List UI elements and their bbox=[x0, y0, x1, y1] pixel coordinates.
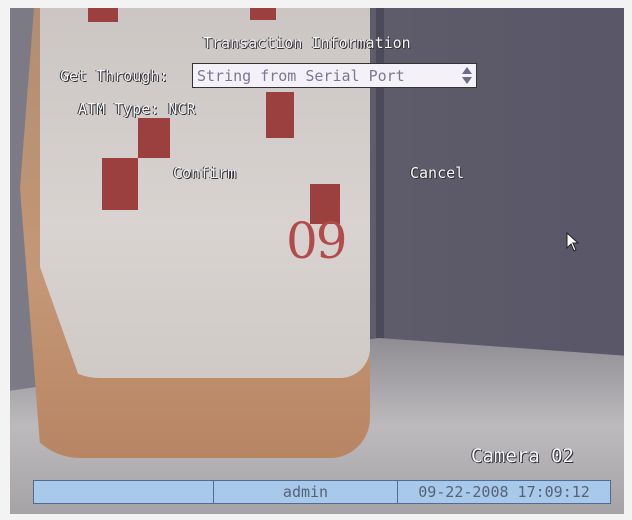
status-datetime: 09-22-2008 17:09:12 bbox=[418, 483, 590, 501]
status-user: admin bbox=[214, 481, 398, 503]
mouse-pointer-icon bbox=[566, 232, 580, 252]
calendar-mark bbox=[88, 8, 118, 22]
status-bar: admin 09-22-2008 17:09:12 bbox=[33, 480, 611, 504]
calendar-mark bbox=[266, 92, 294, 138]
calendar-mark bbox=[102, 158, 138, 210]
camera-label: Camera 02 bbox=[471, 445, 574, 467]
cancel-button[interactable]: Cancel bbox=[410, 164, 464, 182]
atm-type-label: ATM Type: bbox=[78, 100, 160, 118]
updown-arrows-icon[interactable] bbox=[462, 67, 472, 84]
status-cell-empty bbox=[34, 481, 214, 503]
door-edge bbox=[376, 8, 384, 368]
dialog-title: Transaction Information bbox=[203, 34, 411, 52]
get-through-value: String from Serial Port bbox=[197, 67, 405, 85]
calendar-day-number: 09 bbox=[286, 212, 348, 270]
atm-type-value: NCR bbox=[168, 100, 196, 118]
get-through-label: Get Through: bbox=[60, 67, 169, 85]
video-feed: 09 Transaction Information Get Through: … bbox=[10, 8, 624, 514]
calendar-mark bbox=[250, 8, 276, 20]
get-through-select[interactable]: String from Serial Port bbox=[192, 63, 477, 88]
calendar-mark bbox=[138, 118, 170, 158]
atm-type-row: ATM Type: NCR bbox=[78, 100, 195, 118]
confirm-button[interactable]: Confirm bbox=[173, 164, 236, 182]
